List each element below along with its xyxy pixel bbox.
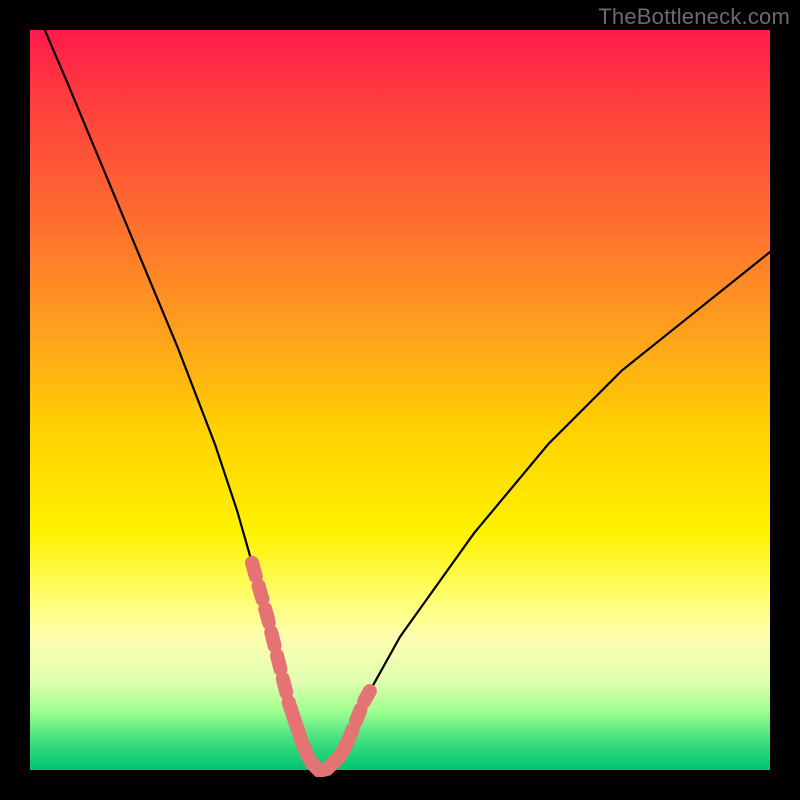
curve-svg [30, 30, 770, 770]
accent-marker-right [348, 690, 370, 740]
accent-marker-bottom [289, 703, 348, 770]
plot-area [30, 30, 770, 770]
bottleneck-curve [45, 30, 770, 770]
watermark-text: TheBottleneck.com [598, 4, 790, 30]
accent-marker-left [252, 563, 289, 704]
chart-frame: TheBottleneck.com [0, 0, 800, 800]
